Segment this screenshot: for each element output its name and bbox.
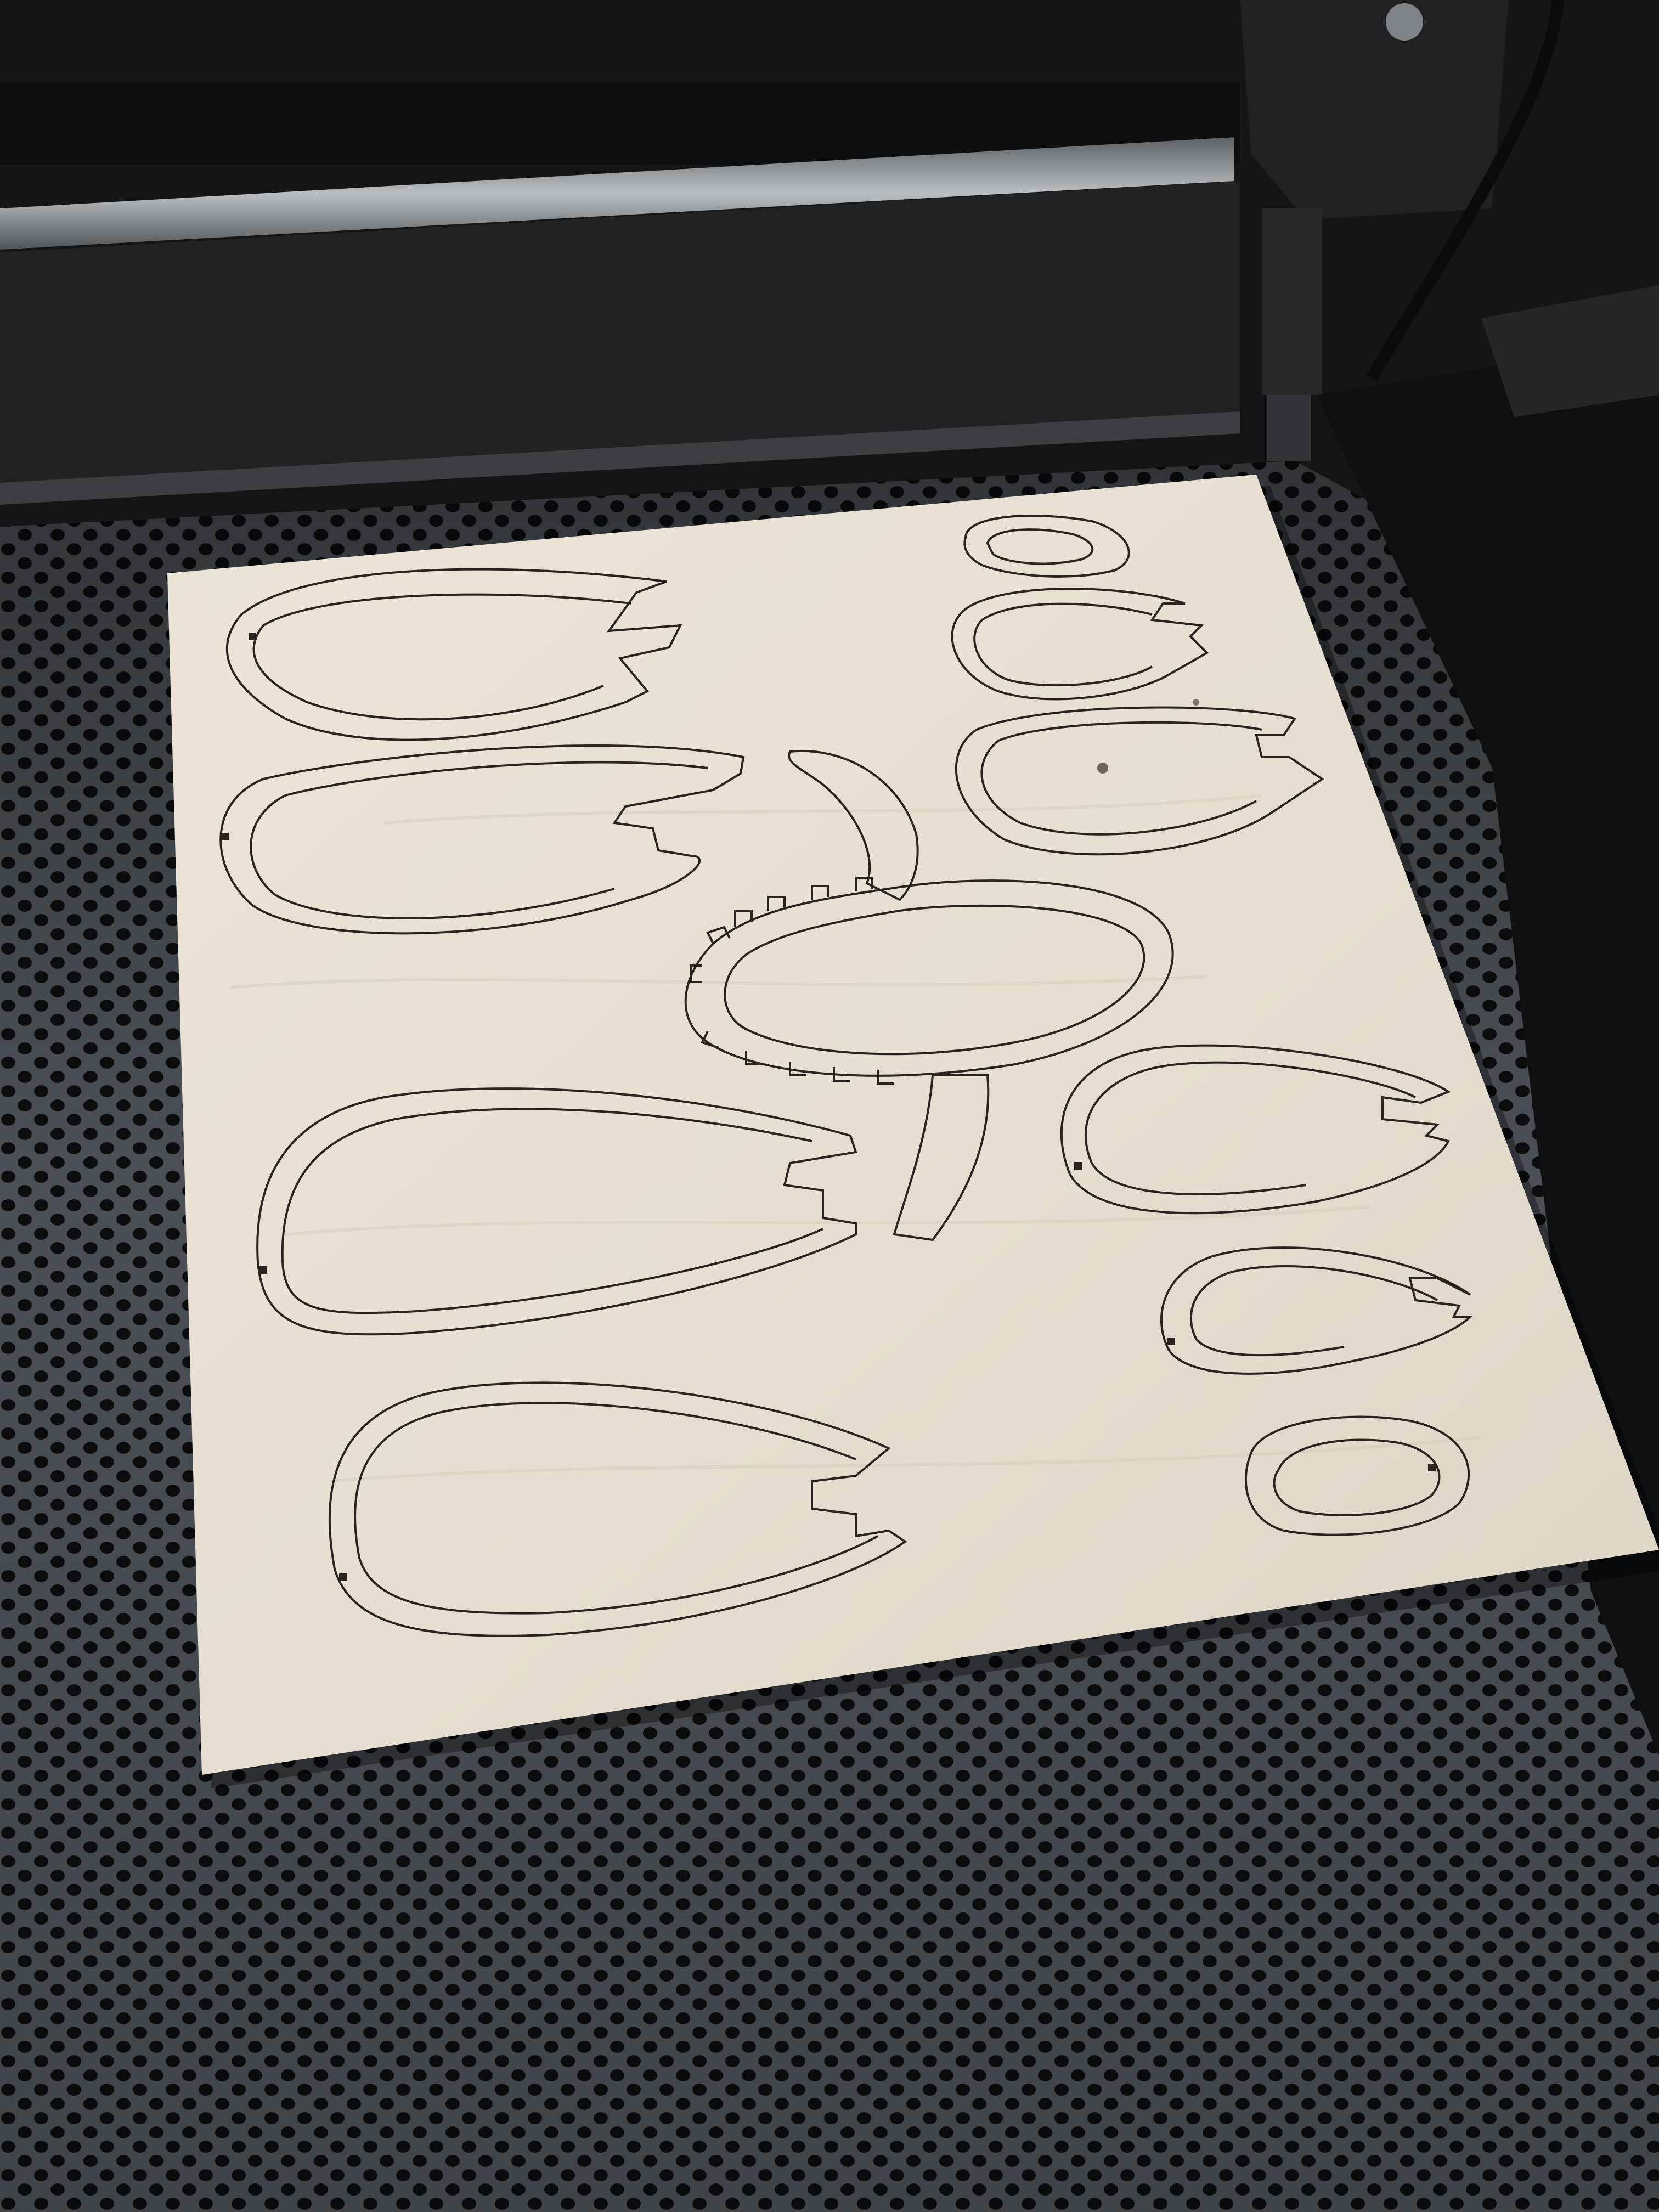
spring-bolt [1386, 3, 1423, 41]
wood-knot [1097, 763, 1108, 774]
laser-head [1262, 208, 1322, 395]
laser-head-carriage [1240, 0, 1509, 219]
laser-cutter-photo [0, 0, 1659, 2212]
wood-knot [1193, 699, 1199, 706]
laser-nozzle [1267, 395, 1311, 461]
